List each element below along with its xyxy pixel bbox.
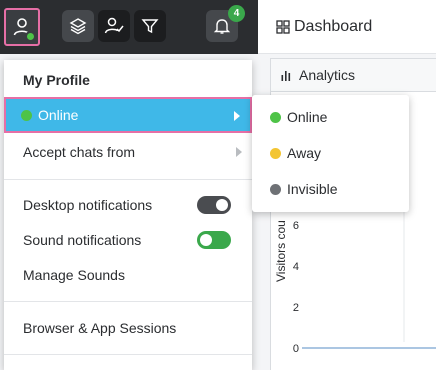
top-toolbar: 4 [0,0,258,54]
menu-item-desktop-notifications[interactable]: Desktop notifications [4,187,252,223]
status-submenu: Online Away Invisible [252,95,409,212]
menu-item-label: Manage Sounds [23,267,125,283]
sound-notifications-toggle[interactable] [197,231,231,249]
profile-button[interactable] [4,8,40,46]
menu-item-status[interactable]: Online [4,97,252,133]
submenu-item-away[interactable]: Away [252,135,409,171]
user-status-button[interactable] [98,10,130,42]
y-tick-label: 4 [293,261,299,273]
submenu-item-label: Online [287,109,328,125]
page-title: Dashboard [294,17,373,35]
status-online-dot [25,31,36,42]
profile-menu: My Profile Online Accept chats from Desk… [4,60,252,370]
submenu-item-online[interactable]: Online [252,99,409,135]
user-check-icon [104,17,124,34]
menu-item-manage-sounds[interactable]: Manage Sounds [4,257,252,293]
menu-item-label: My Profile [23,72,90,88]
menu-item-sessions[interactable]: Browser & App Sessions [4,310,252,346]
submenu-item-invisible[interactable]: Invisible [252,171,409,207]
menu-divider [4,179,252,180]
status-invisible-dot [270,183,281,195]
filter-button[interactable] [134,10,166,42]
menu-item-label: Accept chats from [23,144,136,160]
layers-icon [69,18,87,35]
menu-item-label: Sound notifications [23,232,142,248]
notifications-button[interactable]: 4 [206,5,245,42]
dashboard-grid-icon [276,19,290,34]
y-tick-label: 2 [293,302,299,314]
menu-item-label: Online [38,107,79,123]
menu-item-label: Desktop notifications [23,197,153,213]
layers-button[interactable] [62,10,94,42]
toggle-knob [200,234,212,246]
menu-item-my-profile[interactable]: My Profile [4,62,252,98]
bell-icon [213,19,231,34]
tab-analytics[interactable]: Analytics [270,58,436,92]
status-online-dot [21,109,32,121]
y-tick-label: 6 [293,220,299,232]
status-away-dot [270,147,281,159]
menu-item-accept-chats[interactable]: Accept chats from [4,134,252,170]
y-axis-label: Visitors cou [274,220,288,282]
toggle-knob [216,199,228,211]
menu-divider [4,301,252,302]
submenu-item-label: Away [287,145,321,161]
bar-chart-icon [281,71,291,81]
desktop-notifications-toggle[interactable] [197,196,231,214]
status-online-dot [270,111,281,123]
menu-divider [4,354,252,355]
notification-count-badge: 4 [228,5,245,22]
filter-icon [141,19,159,34]
y-tick-label: 0 [293,343,299,355]
submenu-item-label: Invisible [287,181,338,197]
tab-label: Analytics [299,67,356,83]
chevron-right-icon [234,111,240,121]
chevron-right-icon [236,147,242,157]
menu-item-sound-notifications[interactable]: Sound notifications [4,222,252,258]
page-header: Dashboard [258,0,436,54]
menu-item-label: Browser & App Sessions [23,320,177,336]
